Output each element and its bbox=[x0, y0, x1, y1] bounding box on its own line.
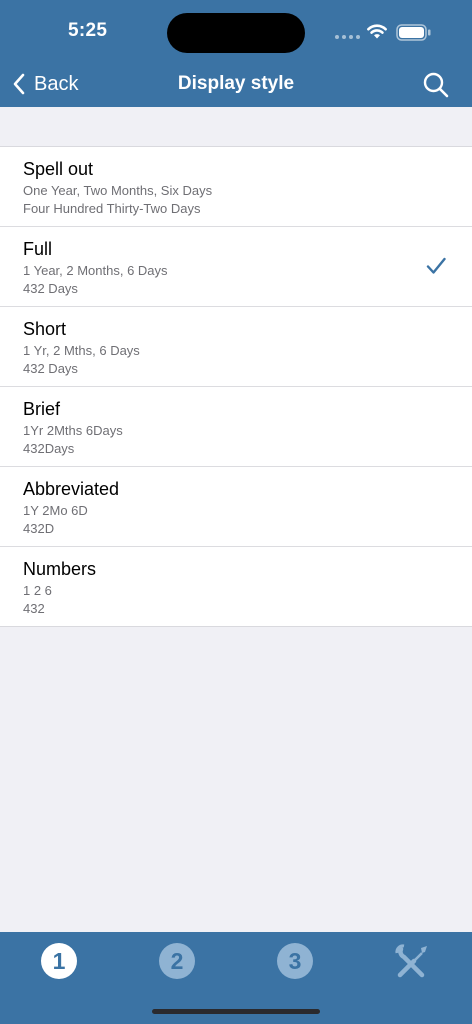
tab-2-label: 2 bbox=[171, 948, 184, 974]
option-example-line2: 432 bbox=[23, 601, 45, 616]
page-title: Display style bbox=[177, 73, 295, 94]
checkmark-icon bbox=[426, 257, 446, 274]
option-title: Brief bbox=[23, 399, 61, 419]
tab-2[interactable]: 2 bbox=[157, 941, 197, 981]
home-indicator bbox=[152, 1009, 320, 1014]
battery-icon bbox=[396, 24, 431, 41]
tab-3-label: 3 bbox=[289, 948, 302, 974]
status-time: 5:25 bbox=[68, 20, 108, 41]
option-full[interactable]: Full 1 Year, 2 Months, 6 Days 432 Days bbox=[0, 227, 472, 307]
option-example-line2: 432 Days bbox=[23, 281, 78, 296]
option-example-line1: 1Yr 2Mths 6Days bbox=[23, 423, 123, 438]
option-brief[interactable]: Brief 1Yr 2Mths 6Days 432Days bbox=[0, 387, 472, 467]
display-style-list: Spell out One Year, Two Months, Six Days… bbox=[0, 146, 472, 627]
option-title: Full bbox=[23, 239, 53, 259]
option-title: Short bbox=[23, 319, 67, 339]
tab-1[interactable]: 1 bbox=[39, 941, 79, 981]
tab-1-label: 1 bbox=[53, 948, 66, 974]
option-example-line2: 432Days bbox=[23, 441, 75, 456]
tab-3[interactable]: 3 bbox=[275, 941, 315, 981]
cellular-signal-icon bbox=[335, 35, 360, 39]
option-numbers[interactable]: Numbers 1 2 6 432 bbox=[0, 547, 472, 626]
navigation-header: 5:25 Back Display style bbox=[0, 0, 472, 107]
option-title: Spell out bbox=[23, 159, 94, 179]
option-spell-out[interactable]: Spell out One Year, Two Months, Six Days… bbox=[0, 147, 472, 227]
dynamic-island bbox=[167, 13, 305, 53]
option-example-line1: 1 2 6 bbox=[23, 583, 52, 598]
search-icon[interactable] bbox=[422, 71, 450, 99]
option-example-line1: 1Y 2Mo 6D bbox=[23, 503, 88, 518]
option-example-line1: 1 Yr, 2 Mths, 6 Days bbox=[23, 343, 140, 358]
option-example-line2: 432 Days bbox=[23, 361, 78, 376]
option-example-line2: Four Hundred Thirty-Two Days bbox=[23, 201, 201, 216]
option-example-line2: 432D bbox=[23, 521, 55, 536]
option-example-line1: 1 Year, 2 Months, 6 Days bbox=[23, 263, 168, 278]
wifi-icon bbox=[367, 24, 387, 39]
option-title: Abbreviated bbox=[23, 479, 120, 499]
option-example-line1: One Year, Two Months, Six Days bbox=[23, 183, 213, 198]
tools-icon[interactable] bbox=[392, 941, 432, 981]
option-title: Numbers bbox=[23, 559, 97, 579]
option-short[interactable]: Short 1 Yr, 2 Mths, 6 Days 432 Days bbox=[0, 307, 472, 387]
option-abbreviated[interactable]: Abbreviated 1Y 2Mo 6D 432D bbox=[0, 467, 472, 547]
